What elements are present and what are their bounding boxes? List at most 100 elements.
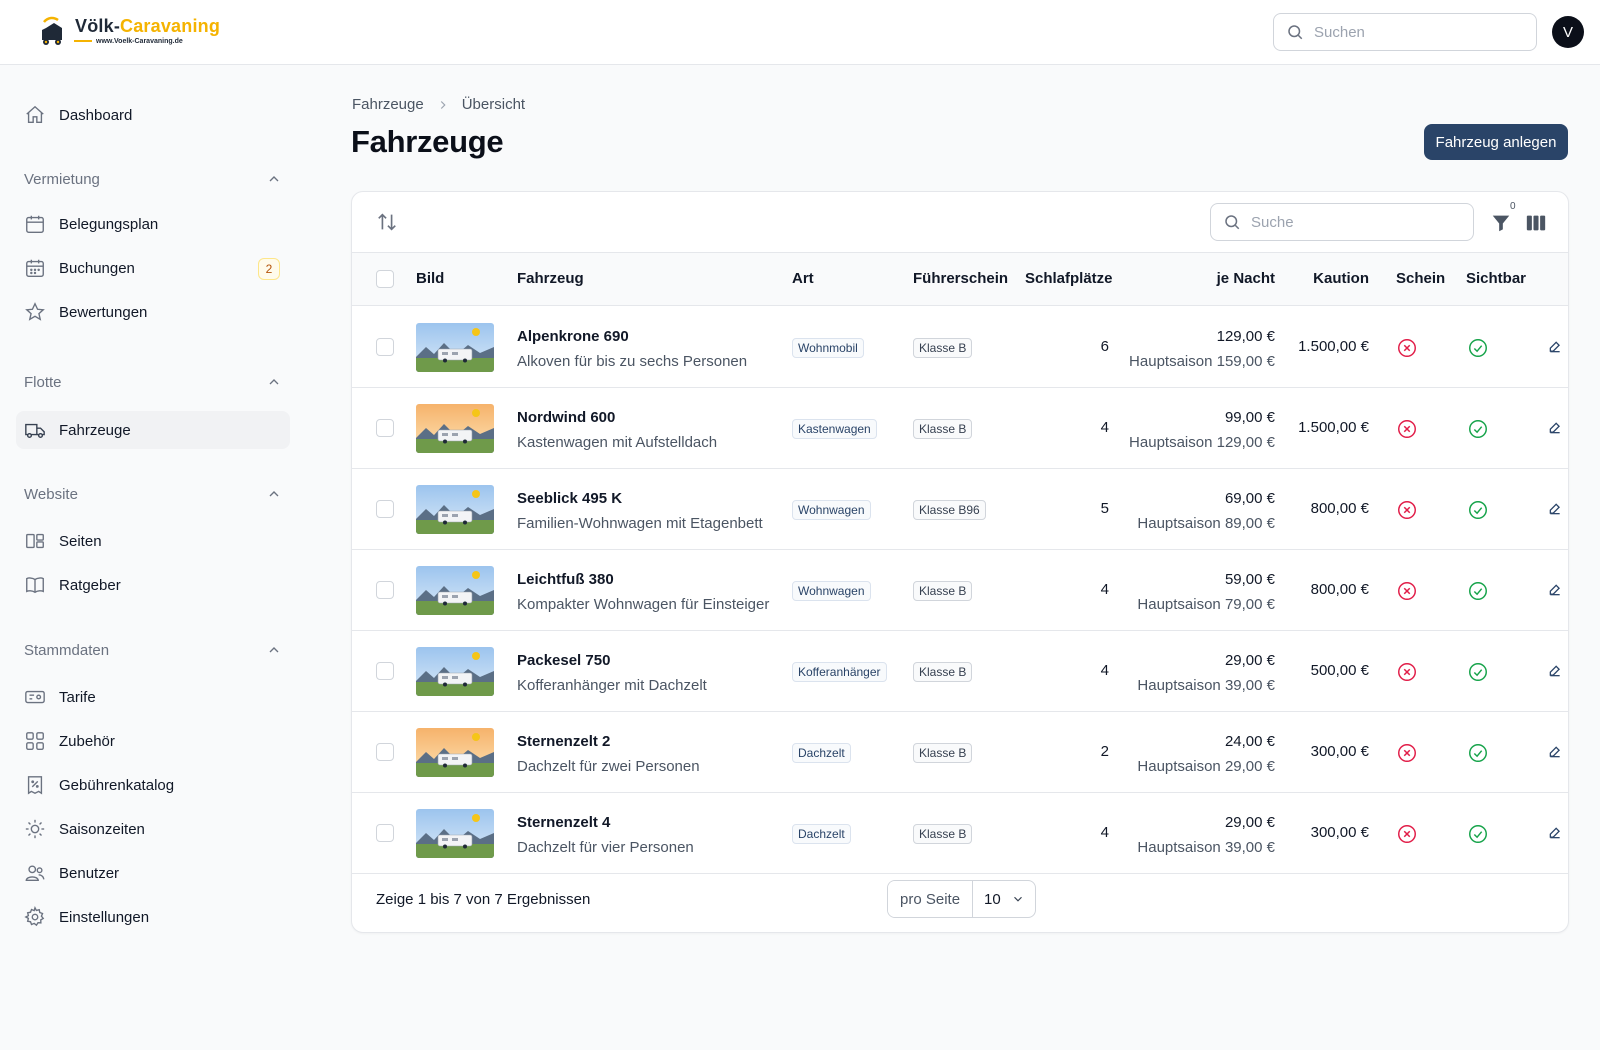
- select-all-checkbox[interactable]: [376, 270, 394, 288]
- vehicle-description: Familien-Wohnwagen mit Etagenbett: [517, 515, 763, 532]
- column-header-fahrzeug[interactable]: Fahrzeug: [517, 270, 584, 287]
- edit-icon: [1548, 421, 1568, 435]
- per-page-label: pro Seite: [888, 881, 974, 917]
- table-search[interactable]: [1210, 203, 1474, 241]
- star-icon: [24, 301, 46, 323]
- sidebar-item-benutzer[interactable]: Benutzer: [16, 854, 290, 892]
- column-header-schlafplaetze[interactable]: Schlafplätze: [1025, 270, 1113, 287]
- row-checkbox[interactable]: [376, 824, 394, 842]
- row-checkbox[interactable]: [376, 500, 394, 518]
- vehicle-name[interactable]: Packesel 750: [517, 652, 610, 669]
- edit-button[interactable]: Bearbeiten: [1548, 824, 1568, 841]
- group-vermietung[interactable]: Vermietung: [24, 167, 282, 191]
- group-stammdaten[interactable]: Stammdaten: [24, 638, 282, 662]
- table-toolbar: 0: [352, 192, 1568, 253]
- column-header-art[interactable]: Art: [792, 270, 814, 287]
- logo[interactable]: Völk-Caravaning www.Voelk-Caravaning.de: [36, 14, 236, 50]
- group-flotte[interactable]: Flotte: [24, 370, 282, 394]
- per-page-value: 10: [984, 890, 1001, 908]
- vehicle-name[interactable]: Sternenzelt 2: [517, 733, 610, 750]
- breadcrumb-current: Übersicht: [461, 96, 526, 113]
- column-header-schein[interactable]: Schein: [1396, 270, 1445, 287]
- sidebar-item-label: Bewertungen: [59, 303, 148, 321]
- high-season-price: Hauptsaison 89,00 €: [1137, 515, 1275, 532]
- column-header-je-nacht[interactable]: je Nacht: [1217, 270, 1275, 287]
- x-circle-icon: [1396, 823, 1418, 845]
- vehicle-name[interactable]: Nordwind 600: [517, 409, 615, 426]
- row-checkbox[interactable]: [376, 662, 394, 680]
- edit-icon: [1548, 745, 1568, 759]
- home-icon: [24, 104, 46, 126]
- row-checkbox[interactable]: [376, 338, 394, 356]
- vehicle-type-badge: Kofferanhänger: [792, 662, 887, 682]
- group-title: Flotte: [24, 373, 62, 391]
- users-icon: [24, 862, 46, 884]
- vehicle-name[interactable]: Leichtfuß 380: [517, 571, 614, 588]
- column-header-kaution[interactable]: Kaution: [1313, 270, 1369, 287]
- sidebar-item-gebuehrenkatalog[interactable]: Gebührenkatalog: [16, 766, 290, 804]
- sidebar-item-dashboard[interactable]: Dashboard: [16, 96, 290, 134]
- search-icon: [1225, 215, 1240, 230]
- per-page-dropdown[interactable]: 10: [973, 881, 1035, 917]
- vehicle-description: Dachzelt für vier Personen: [517, 839, 694, 856]
- table-row[interactable]: Packesel 750 Kofferanhänger mit Dachzelt K…: [352, 631, 1568, 712]
- column-header-fuehrerschein[interactable]: Führerschein: [913, 270, 1008, 287]
- sidebar-item-zubehoer[interactable]: Zubehör: [16, 722, 290, 760]
- vehicle-name[interactable]: Alpenkrone 690: [517, 328, 629, 345]
- grid-icon: [24, 730, 46, 752]
- edit-button[interactable]: Bearbeiten: [1548, 743, 1568, 760]
- sidebar-item-tarife[interactable]: Tarife: [16, 678, 290, 716]
- row-checkbox[interactable]: [376, 581, 394, 599]
- edit-button[interactable]: Bearbeiten: [1548, 500, 1568, 517]
- table-row[interactable]: Leichtfuß 380 Kompakter Wohnwagen für Ein…: [352, 550, 1568, 631]
- sidebar-item-einstellungen[interactable]: Einstellungen: [16, 898, 290, 936]
- price-per-night: 29,00 €: [1224, 652, 1275, 669]
- row-checkbox[interactable]: [376, 743, 394, 761]
- table-row[interactable]: Sternenzelt 4 Dachzelt für vier Personen D…: [352, 793, 1568, 874]
- table-row[interactable]: Seeblick 495 K Familien-Wohnwagen mit Eta…: [352, 469, 1568, 550]
- column-header-bild: Bild: [416, 270, 445, 287]
- sidebar-item-buchungen[interactable]: Buchungen 2: [16, 249, 290, 287]
- x-circle-icon: [1396, 580, 1418, 602]
- global-search[interactable]: [1273, 13, 1537, 51]
- columns-icon[interactable]: [1525, 212, 1547, 234]
- vehicles-table-card: 0 Bild Fahrzeug Art Führerschein Schlafp…: [351, 191, 1569, 933]
- sort-arrows-icon[interactable]: [376, 211, 398, 233]
- table-row[interactable]: Nordwind 600 Kastenwagen mit Aufstelldach…: [352, 388, 1568, 469]
- calendar-icon: [24, 213, 46, 235]
- edit-icon: [1548, 583, 1568, 597]
- global-search-input[interactable]: [1314, 23, 1514, 41]
- sidebar-item-label: Buchungen: [59, 259, 135, 277]
- edit-button[interactable]: Bearbeiten: [1548, 338, 1568, 355]
- table-header: Bild Fahrzeug Art Führerschein Schlafplä…: [352, 253, 1568, 306]
- edit-button[interactable]: Bearbeiten: [1548, 419, 1568, 436]
- table-row[interactable]: Alpenkrone 690 Alkoven für bis zu sechs P…: [352, 307, 1568, 388]
- sidebar-item-seiten[interactable]: Seiten: [16, 522, 290, 560]
- avatar[interactable]: V: [1552, 16, 1584, 48]
- sidebar-item-bewertungen[interactable]: Bewertungen: [16, 293, 290, 331]
- sidebar-item-ratgeber[interactable]: Ratgeber: [16, 566, 290, 604]
- sidebar-item-saisonzeiten[interactable]: Saisonzeiten: [16, 810, 290, 848]
- per-page-select[interactable]: pro Seite 10: [887, 880, 1036, 918]
- filter-icon[interactable]: [1490, 212, 1512, 234]
- group-title: Stammdaten: [24, 641, 110, 659]
- vehicle-thumbnail: [416, 566, 494, 615]
- breadcrumb-parent[interactable]: Fahrzeuge: [352, 96, 424, 113]
- sidebar-item-fahrzeuge[interactable]: Fahrzeuge: [16, 411, 290, 449]
- vehicle-name[interactable]: Seeblick 495 K: [517, 490, 622, 507]
- sidebar-item-belegungsplan[interactable]: Belegungsplan: [16, 205, 290, 243]
- edit-button[interactable]: Bearbeiten: [1548, 581, 1568, 598]
- vehicle-type-badge: Dachzelt: [792, 824, 851, 844]
- group-website[interactable]: Website: [24, 482, 282, 506]
- column-header-sichtbar[interactable]: Sichtbar: [1466, 270, 1526, 287]
- row-checkbox[interactable]: [376, 419, 394, 437]
- group-title: Website: [24, 485, 78, 503]
- table-search-input[interactable]: [1251, 213, 1451, 231]
- vehicle-name[interactable]: Sternenzelt 4: [517, 814, 610, 831]
- create-vehicle-button[interactable]: Fahrzeug anlegen: [1424, 124, 1568, 160]
- sidebar-item-label: Benutzer: [59, 864, 120, 882]
- edit-button[interactable]: Bearbeiten: [1548, 662, 1568, 679]
- check-circle-icon: [1467, 823, 1489, 845]
- calendar-days-icon: [24, 257, 46, 279]
- table-row[interactable]: Sternenzelt 2 Dachzelt für zwei Personen D…: [352, 712, 1568, 793]
